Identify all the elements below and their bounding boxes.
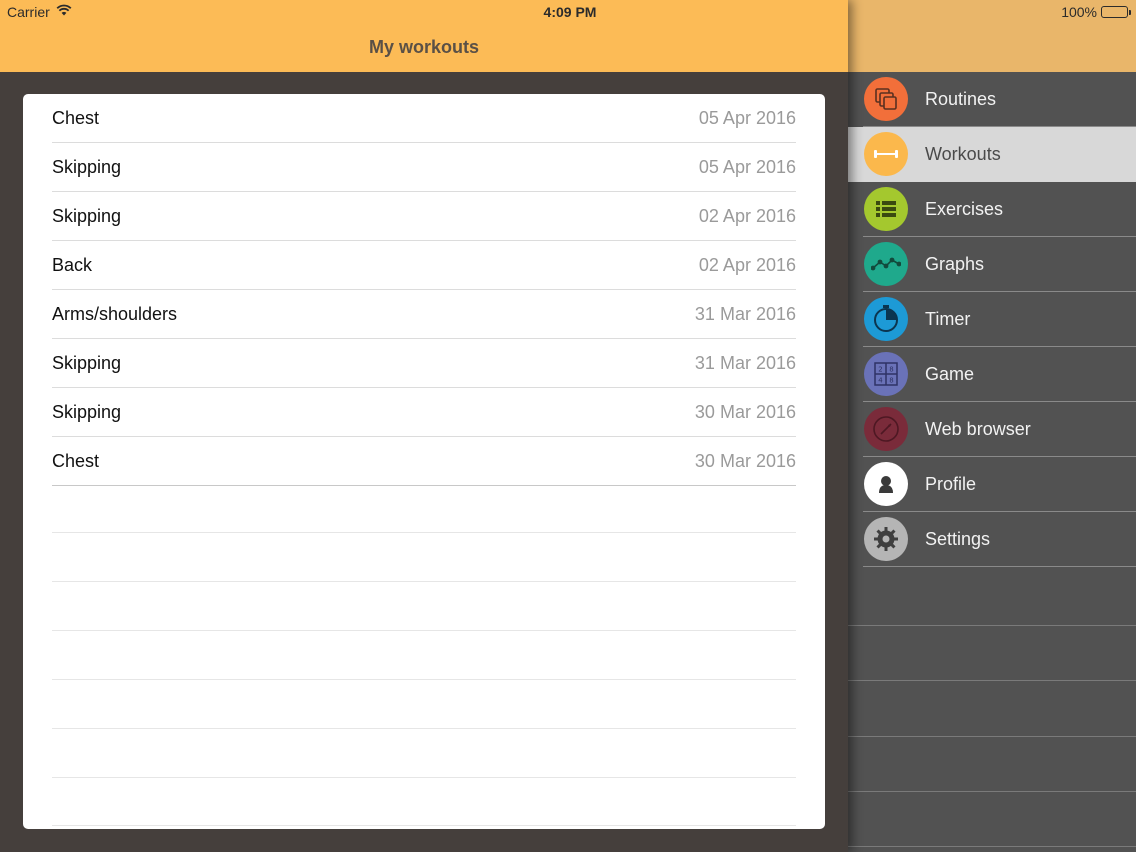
table-divider <box>52 581 796 582</box>
workout-name: Skipping <box>52 206 122 226</box>
battery-percent: 100% <box>1061 4 1097 20</box>
workout-row[interactable]: Back 02 Apr 2016 <box>52 241 796 290</box>
table-divider <box>52 532 796 533</box>
workout-date: 30 Mar 2016 <box>694 402 796 422</box>
menu-item-label: Profile <box>925 474 977 494</box>
table-divider <box>52 728 796 729</box>
workout-date: 30 Mar 2016 <box>694 451 796 471</box>
workout-date: 02 Apr 2016 <box>698 255 796 275</box>
graph-icon <box>864 242 908 286</box>
menu-divider <box>848 846 1136 847</box>
workout-name: Arms/shoulders <box>52 304 178 324</box>
menu-item-label: Web browser <box>925 419 1031 439</box>
table-divider <box>52 630 796 631</box>
compass-icon <box>864 407 908 451</box>
menu-item-label: Settings <box>925 529 991 549</box>
gear-icon <box>864 517 908 561</box>
workout-date: 31 Mar 2016 <box>694 353 796 373</box>
table-divider <box>52 777 796 778</box>
table-divider <box>52 679 796 680</box>
workouts-list: Chest 05 Apr 2016 Skipping 05 Apr 2016 S… <box>23 94 825 829</box>
menu-item-web-browser[interactable]: Web browser <box>848 402 1136 457</box>
table-divider <box>52 825 796 826</box>
workout-row[interactable]: Skipping 02 Apr 2016 <box>52 192 796 241</box>
routines-icon <box>864 77 908 121</box>
status-bar: Carrier 4:09 PM 100% <box>0 0 1136 22</box>
svg-text:8: 8 <box>889 366 893 374</box>
svg-text:8: 8 <box>889 377 893 385</box>
menu-item-routines[interactable]: Routines <box>848 72 1136 127</box>
stopwatch-icon <box>864 297 908 341</box>
menu-item-label: Graphs <box>925 254 985 274</box>
list-icon <box>864 187 908 231</box>
menu-item-graphs[interactable]: Graphs <box>848 237 1136 292</box>
game-grid-icon: 2 8 4 8 <box>864 352 908 396</box>
dumbbell-icon <box>864 132 908 176</box>
workout-date: 02 Apr 2016 <box>698 206 796 226</box>
menu-divider <box>848 791 1136 792</box>
menu-item-label: Timer <box>925 309 971 329</box>
menu-item-label: Workouts <box>925 144 1001 164</box>
workout-row[interactable]: Arms/shoulders 31 Mar 2016 <box>52 290 796 339</box>
workout-row[interactable]: Skipping 31 Mar 2016 <box>52 339 796 388</box>
menu-divider <box>848 680 1136 681</box>
workout-row[interactable]: Skipping 05 Apr 2016 <box>52 143 796 192</box>
menu-item-timer[interactable]: Timer <box>848 292 1136 347</box>
workout-name: Back <box>52 255 93 275</box>
workout-row[interactable]: Skipping 30 Mar 2016 <box>52 388 796 437</box>
menu-item-exercises[interactable]: Exercises <box>848 182 1136 237</box>
menu-item-profile[interactable]: Profile <box>848 457 1136 512</box>
workout-name: Chest <box>52 108 100 128</box>
side-menu: Routines Workouts Exercises Graphs Timer… <box>848 72 1136 852</box>
workout-name: Skipping <box>52 157 122 177</box>
status-time: 4:09 PM <box>543 4 597 20</box>
svg-text:4: 4 <box>878 377 883 385</box>
menu-item-label: Game <box>925 364 975 384</box>
main-panel: My workouts Chest 05 Apr 2016 Skipping 0… <box>0 0 848 852</box>
svg-text:2: 2 <box>878 366 882 374</box>
page-title: My workouts <box>368 37 479 57</box>
menu-item-settings[interactable]: Settings <box>848 512 1136 567</box>
menu-item-label: Exercises <box>925 199 1004 219</box>
workout-row[interactable]: Chest 30 Mar 2016 <box>52 437 796 486</box>
battery-icon <box>1101 6 1131 18</box>
menu-divider <box>848 736 1136 737</box>
workout-name: Chest <box>52 451 100 471</box>
workout-name: Skipping <box>52 402 122 422</box>
workout-date: 05 Apr 2016 <box>698 108 796 128</box>
menu-item-workouts[interactable]: Workouts <box>848 127 1136 182</box>
menu-item-game[interactable]: 2 8 4 8 Game <box>848 347 1136 402</box>
menu-item-label: Routines <box>925 89 997 109</box>
profile-icon <box>864 462 908 506</box>
menu-divider <box>848 625 1136 626</box>
workout-row[interactable]: Chest 05 Apr 2016 <box>52 94 796 143</box>
workout-date: 05 Apr 2016 <box>698 157 796 177</box>
workout-name: Skipping <box>52 353 122 373</box>
workout-date: 31 Mar 2016 <box>694 304 796 324</box>
